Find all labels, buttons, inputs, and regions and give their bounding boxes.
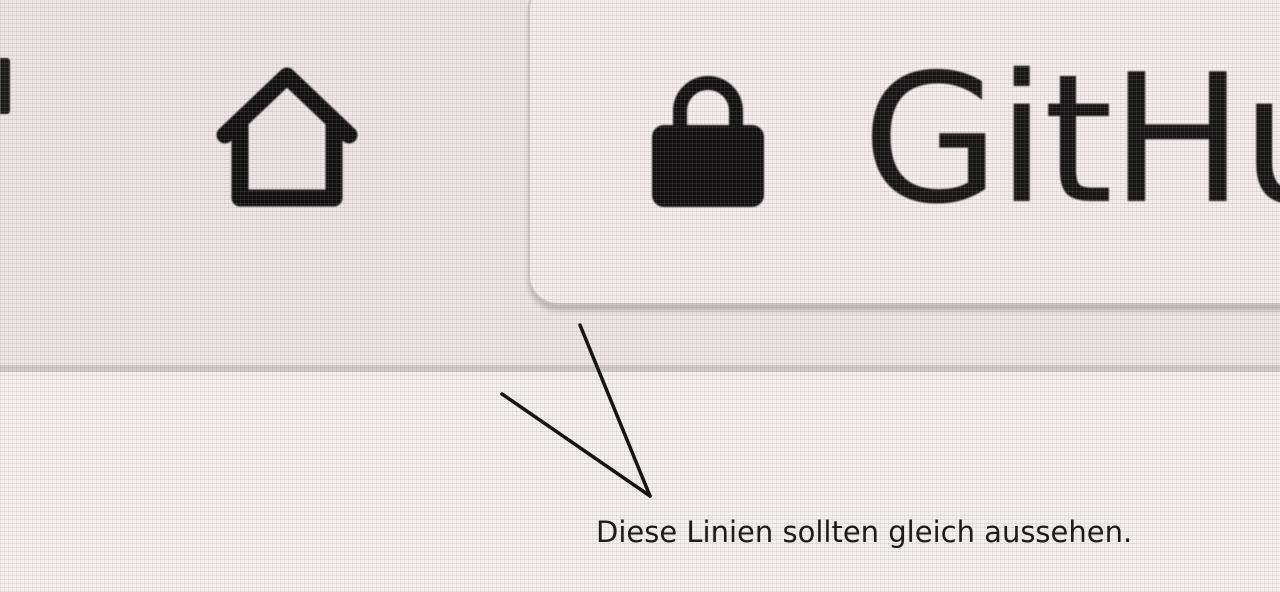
page-content-area [0,372,1280,592]
home-icon [216,67,358,207]
zoomed-browser-screen: GitHu [0,0,1280,592]
browser-toolbar: GitHu [0,0,1280,372]
home-button[interactable] [195,40,380,225]
url-text: GitHu [862,36,1280,243]
lock-icon [648,67,768,207]
annotation-text: Diese Linien sollten gleich aussehen. [596,515,1133,549]
toolbar-edge-icon [0,58,10,114]
url-bar[interactable]: GitHu [528,0,1280,305]
